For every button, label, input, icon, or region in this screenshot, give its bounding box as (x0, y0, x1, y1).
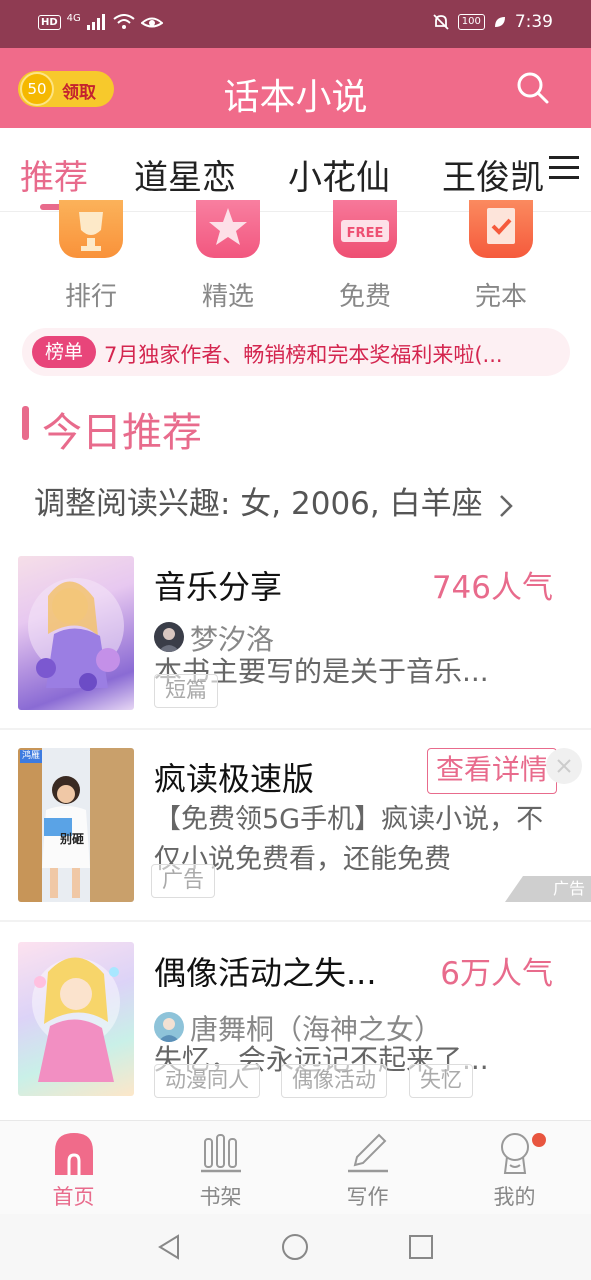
leaf-icon (494, 17, 505, 27)
reading-preferences-link[interactable]: 调整阅读兴趣: 女, 2006, 白羊座 (34, 478, 554, 523)
nav-bookshelf[interactable]: 书架 (147, 1121, 294, 1215)
divider (0, 920, 591, 922)
book-card[interactable]: 音乐分享 746人气 梦汐洛 本书主要写的是关于音乐... 短篇 (0, 556, 591, 728)
book-tag: 动漫同人 (154, 1064, 260, 1098)
status-left: HD 4G (38, 12, 163, 30)
book-popularity: 6万人气 (440, 956, 553, 992)
ad-cover: 鸿雁 别砸 (18, 748, 134, 902)
back-icon[interactable] (154, 1232, 184, 1262)
nav-write[interactable]: 写作 (294, 1121, 441, 1215)
wifi-icon (113, 14, 135, 29)
preferences-text: 调整阅读兴趣: 女, 2006, 白羊座 (34, 486, 483, 522)
tab-recommended[interactable]: 推荐 (20, 150, 88, 199)
svg-text:FREE: FREE (347, 226, 384, 241)
book-cover (18, 556, 134, 710)
ad-tag: 广告 (151, 864, 215, 898)
menu-icon (549, 156, 579, 159)
book-tag: 失忆 (409, 1064, 473, 1098)
tab-xiaohuaxian[interactable]: 小花仙 (288, 150, 390, 199)
home-circle-icon[interactable] (280, 1232, 310, 1262)
profile-icon (501, 1133, 529, 1174)
free-tag-icon: FREE (333, 200, 397, 258)
signal-icon (86, 14, 105, 30)
trophy-icon (59, 200, 123, 258)
chevron-right-icon (500, 494, 514, 517)
system-navigation (0, 1214, 591, 1280)
bookshelf-icon (201, 1134, 241, 1173)
star-icon (196, 200, 260, 258)
pen-icon (348, 1133, 388, 1173)
ad-cover-caption: 别砸 (60, 832, 85, 846)
recents-icon[interactable] (406, 1232, 436, 1262)
home-icon (55, 1133, 93, 1175)
category-label: 排行 (64, 282, 117, 312)
battery-indicator: 100 (457, 14, 485, 30)
tab-wangjunkai[interactable]: 王俊凯 (442, 150, 544, 199)
ad-mark-label: 广告 (552, 879, 585, 898)
category-label: 精选 (201, 282, 254, 312)
ranking-badge: 榜单 (32, 336, 96, 368)
status-bar: HD 4G 100 7:39 (0, 0, 591, 48)
mute-bell-icon (433, 14, 449, 30)
search-button[interactable] (515, 70, 551, 106)
section-title: 今日推荐 (42, 410, 202, 456)
hd-indicator: HD (38, 14, 61, 30)
status-right: 100 7:39 (432, 12, 553, 32)
network-type: 4G (66, 12, 81, 24)
author-avatar (154, 622, 184, 652)
announcement-banner[interactable]: 榜单 7月独家作者、畅销榜和完本奖福利来啦(... (22, 328, 570, 376)
ad-title: 疯读极速版 (154, 760, 315, 798)
nav-label: 我的 (493, 1185, 536, 1209)
book-title: 音乐分享 (154, 568, 283, 606)
close-ad-button[interactable] (546, 748, 582, 784)
close-icon (557, 759, 571, 773)
nav-label: 写作 (346, 1185, 389, 1209)
app-header: 50 领取 话本小说 (0, 48, 591, 128)
clock: 7:39 (514, 12, 553, 32)
check-doc-icon (469, 200, 533, 258)
nav-profile[interactable]: 我的 (441, 1121, 588, 1215)
tabs-menu-button[interactable] (547, 152, 581, 184)
book-card[interactable]: 偶像活动之失... 6万人气 唐舞桐（海神之女） 失忆，会永远记不起来了... … (0, 942, 591, 1102)
search-icon (517, 72, 549, 104)
eye-comfort-icon (140, 17, 163, 28)
book-cover (18, 942, 134, 1096)
category-label: 完本 (474, 282, 527, 312)
ad-cover-logo: 鸿雁 (20, 750, 43, 763)
book-title: 偶像活动之失... (154, 954, 377, 992)
nav-home[interactable]: 首页 (0, 1121, 147, 1215)
ad-mark: 广告 (505, 876, 591, 902)
category-label: 免费 (338, 282, 391, 312)
nav-label: 书架 (199, 1185, 242, 1209)
announcement-text: 7月独家作者、畅销榜和完本奖福利来啦(... (104, 343, 503, 367)
notification-dot (532, 1133, 546, 1147)
app-title: 话本小说 (223, 77, 368, 118)
ad-card[interactable]: 鸿雁 别砸 疯读极速版 查看详情 【免费领5G手机】疯读小说，不仅小说免费看，还… (0, 730, 591, 920)
nav-label: 首页 (52, 1185, 95, 1209)
section-accent-bar (22, 406, 29, 440)
tab-daoxinglian[interactable]: 道星恋 (134, 150, 236, 199)
book-tag: 偶像活动 (281, 1064, 387, 1098)
view-details-button[interactable]: 查看详情 (427, 748, 557, 794)
bottom-navigation: 首页 书架 写作 我的 (0, 1120, 591, 1214)
book-popularity: 746人气 (431, 570, 553, 606)
book-tag: 短篇 (154, 674, 218, 708)
